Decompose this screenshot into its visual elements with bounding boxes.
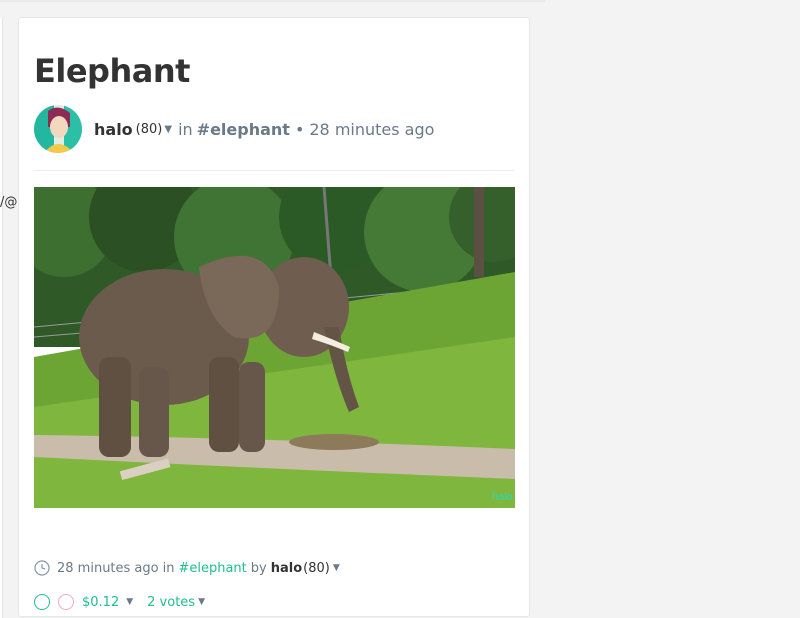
post-time: 28 minutes ago: [309, 119, 435, 139]
footer-author-reputation: (80): [303, 560, 330, 576]
post-title: Elephant: [34, 52, 190, 90]
meta-separator: •: [294, 119, 305, 139]
header-divider: [34, 170, 514, 171]
post-image[interactable]: halo: [34, 187, 515, 508]
footer-by-label: by: [250, 560, 267, 576]
footer-time: 28 minutes ago: [57, 560, 159, 576]
left-text-fragment: /@: [0, 195, 18, 210]
votes-chevron-down-icon[interactable]: ▼: [198, 597, 205, 607]
author-reputation: (80): [135, 121, 163, 137]
previous-panel-edge: [0, 18, 3, 618]
chevron-down-icon[interactable]: ▼: [333, 563, 340, 573]
author-avatar[interactable]: [34, 105, 82, 153]
payout-value[interactable]: $0.12: [82, 595, 119, 610]
clock-icon: [34, 560, 50, 576]
chevron-down-icon[interactable]: ▼: [164, 124, 172, 135]
tag-link[interactable]: #elephant: [197, 120, 290, 139]
in-label: in: [178, 119, 193, 139]
post-meta: halo (80) ▼ in #elephant • 28 minutes ag…: [94, 120, 434, 139]
flag-icon[interactable]: [58, 594, 74, 610]
payout-chevron-down-icon[interactable]: ▼: [126, 597, 133, 607]
footer-in-label: in: [162, 560, 175, 576]
votes-count[interactable]: 2 votes: [147, 595, 195, 610]
image-watermark: halo: [492, 491, 513, 503]
post-card: Elephant halo (80) ▼ in #elephant • 28 m…: [18, 17, 530, 617]
post-footer: 28 minutes ago in #elephant by halo (80)…: [34, 560, 340, 576]
footer-author-link[interactable]: halo: [271, 561, 302, 576]
author-name-link[interactable]: halo: [94, 120, 133, 139]
footer-tag-link[interactable]: #elephant: [178, 561, 246, 576]
vote-row: $0.12 ▼ 2 votes ▼: [34, 594, 205, 610]
upvote-icon[interactable]: [34, 594, 50, 610]
post-author-row: halo (80) ▼ in #elephant • 28 minutes ag…: [34, 104, 514, 154]
top-shadow: [0, 0, 545, 2]
